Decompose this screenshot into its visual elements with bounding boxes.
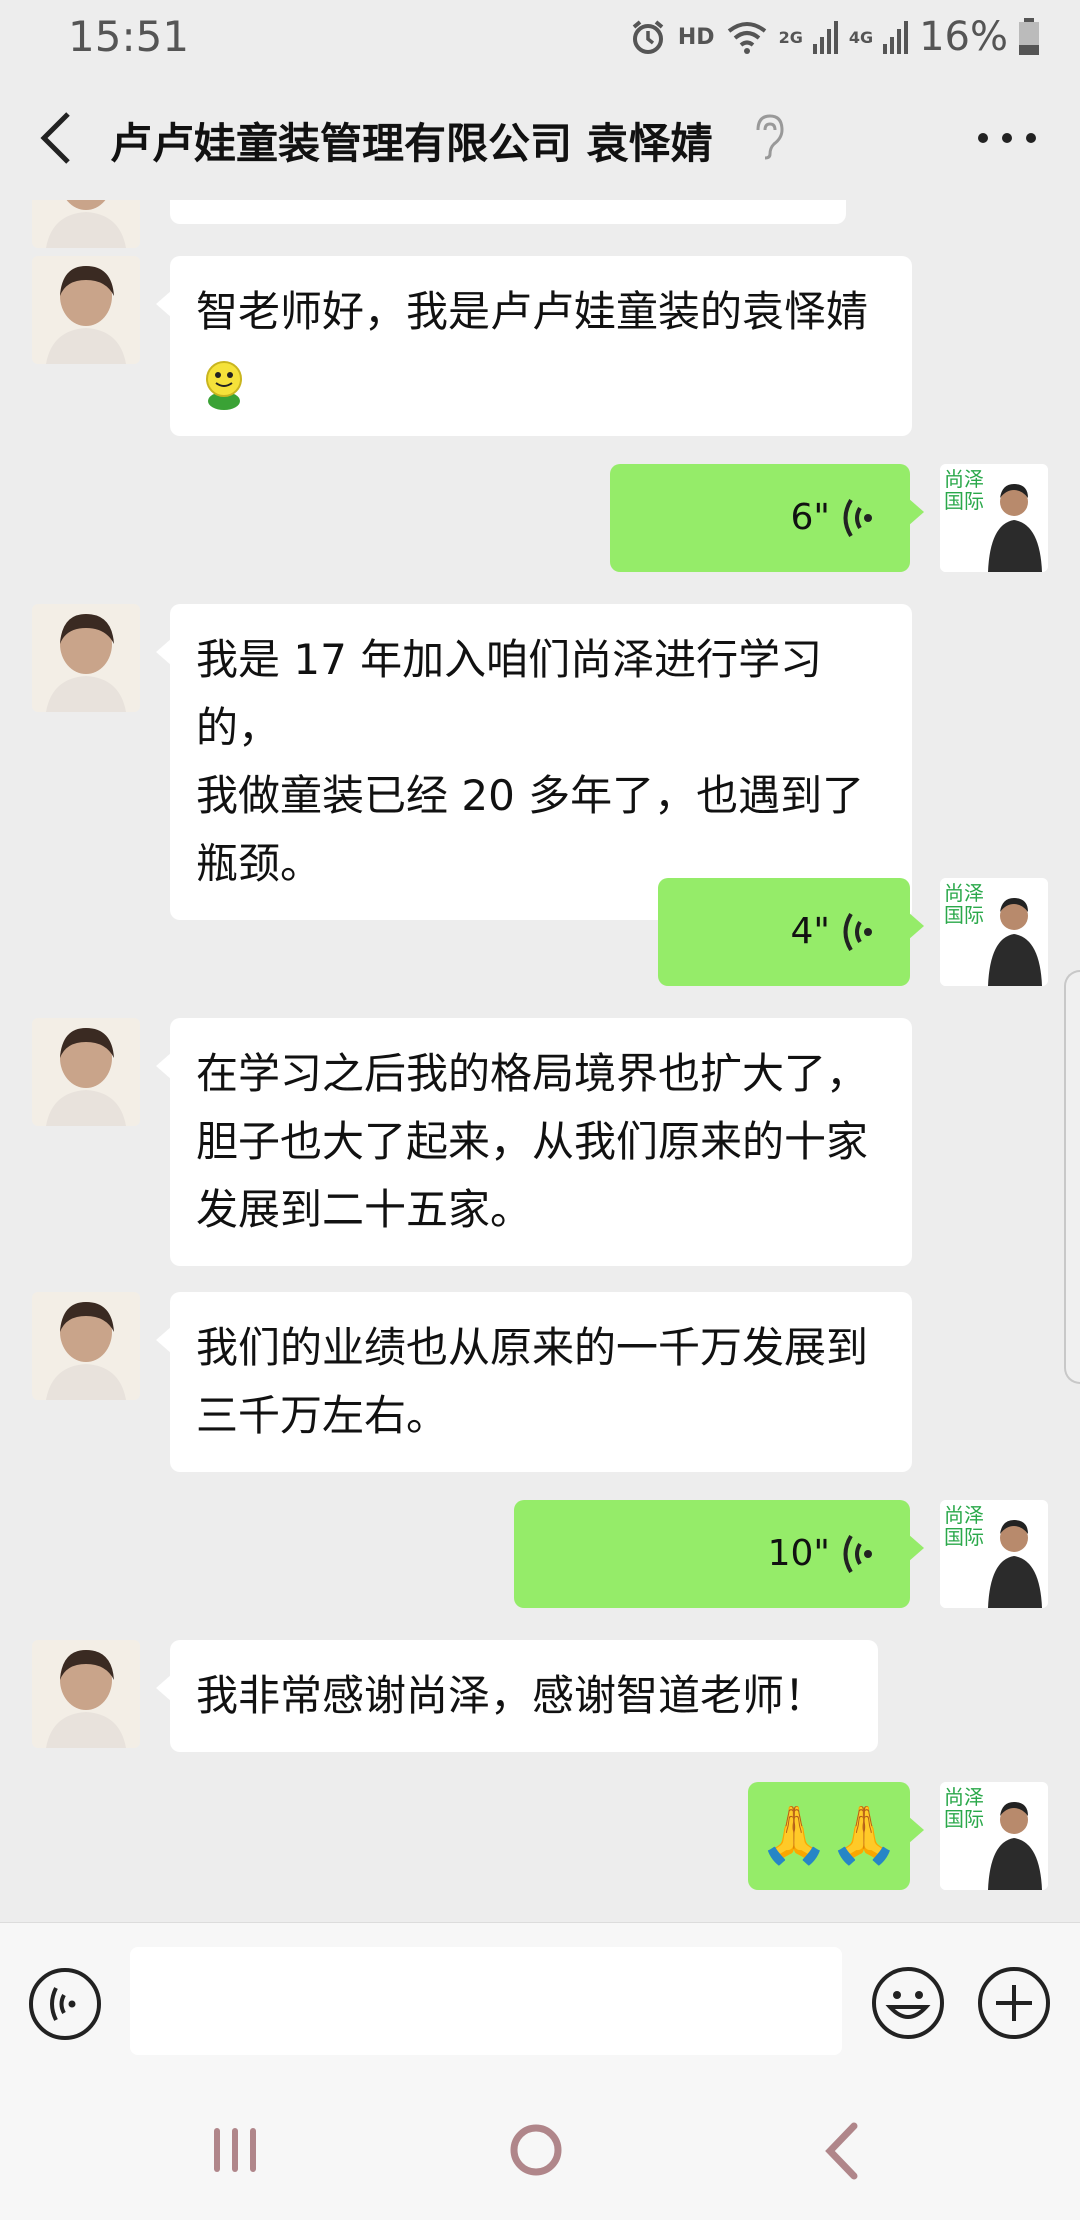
message-input[interactable]	[130, 1947, 842, 2055]
network-4g-label: 4G	[848, 27, 874, 47]
message-text: 我是 17 年加入咱们尚泽进行学习的，	[196, 635, 823, 752]
signal-icon	[812, 21, 838, 54]
svg-text:尚泽: 尚泽	[944, 1785, 984, 1809]
message-text: 在学习之后我的格局境界也扩大了，	[196, 1049, 869, 1098]
contact-avatar[interactable]	[32, 256, 140, 364]
contact-avatar[interactable]	[32, 604, 140, 712]
emoji-icon[interactable]	[870, 1965, 946, 2041]
alarm-icon	[632, 20, 664, 54]
voice-duration: 4"	[790, 911, 830, 952]
message-text: 我非常感谢尚泽，感谢智道老师！	[196, 1671, 827, 1720]
outgoing-voice-message[interactable]: 6"	[610, 464, 924, 572]
outgoing-emoji-message[interactable]: 🙏🙏	[748, 1782, 924, 1890]
ear-receiver-icon	[756, 114, 784, 160]
smiley-emoji-icon	[206, 360, 242, 410]
contact-avatar[interactable]	[32, 200, 140, 248]
svg-text:尚泽: 尚泽	[944, 1503, 984, 1527]
outgoing-voice-message[interactable]: 4"	[658, 878, 924, 986]
battery-icon	[1019, 18, 1039, 55]
svg-text:尚泽: 尚泽	[944, 881, 984, 905]
signal-icon	[883, 21, 909, 54]
wifi-icon	[727, 22, 766, 54]
svg-text:国际: 国际	[944, 489, 984, 513]
system-back-icon[interactable]	[822, 2120, 862, 2182]
svg-text:国际: 国际	[944, 1807, 984, 1831]
my-avatar[interactable]: 尚泽 国际	[940, 1500, 1048, 1608]
message-text: 我做童装已经 20 多年了，也遇到了	[196, 771, 865, 820]
system-nav-bar	[0, 2082, 1080, 2220]
voice-input-toggle-icon[interactable]	[28, 1967, 102, 2041]
voice-duration: 6"	[790, 497, 830, 538]
avatar-logo-text: 尚泽	[944, 467, 984, 491]
incoming-message[interactable]: 智老师好，我是卢卢娃童装的袁怿婧	[156, 256, 912, 436]
input-bar	[0, 1922, 1080, 2083]
contact-avatar[interactable]	[32, 1292, 140, 1400]
chat-message-list[interactable]: 智老师好，我是卢卢娃童装的袁怿婧 6" 尚泽 国际 我是 17 年加入咱们尚泽进…	[0, 200, 1080, 1922]
contact-avatar[interactable]	[32, 1640, 140, 1748]
incoming-message[interactable]: 我是 17 年加入咱们尚泽进行学习的， 我做童装已经 20 多年了，也遇到了 瓶…	[156, 604, 912, 920]
contact-avatar[interactable]	[32, 1018, 140, 1126]
my-avatar[interactable]: 尚泽 国际	[940, 464, 1048, 572]
recent-apps-icon[interactable]	[210, 2124, 260, 2176]
my-avatar[interactable]: 尚泽 国际	[940, 1782, 1048, 1890]
home-icon[interactable]	[508, 2122, 564, 2178]
message-text: 胆子也大了起来，从我们原来的十家	[196, 1117, 869, 1166]
outgoing-voice-message[interactable]: 10"	[514, 1500, 924, 1608]
my-avatar[interactable]: 尚泽 国际	[940, 878, 1048, 986]
message-text: 我们的业绩也从原来的一千万发展到	[196, 1323, 869, 1372]
voice-duration: 10"	[767, 1533, 830, 1574]
svg-text:国际: 国际	[944, 1525, 984, 1549]
incoming-message[interactable]: 在学习之后我的格局境界也扩大了， 胆子也大了起来，从我们原来的十家 发展到二十五…	[156, 1018, 912, 1266]
prayer-hands-emoji: 🙏🙏	[759, 1803, 899, 1868]
message-text: 智老师好，我是卢卢娃童装的袁怿婧	[196, 287, 869, 336]
message-bubble-partial[interactable]	[156, 200, 846, 224]
message-text: 发展到二十五家。	[196, 1185, 533, 1234]
hd-indicator: HD	[677, 24, 715, 50]
voice-wave-icon	[843, 1534, 872, 1574]
incoming-message[interactable]: 我们的业绩也从原来的一千万发展到 三千万左右。	[156, 1292, 912, 1472]
voice-wave-icon	[843, 912, 872, 952]
back-arrow-icon[interactable]	[30, 106, 80, 170]
chat-title: 卢卢娃童装管理有限公司 袁怿婧	[110, 119, 713, 168]
plus-icon[interactable]	[976, 1965, 1052, 2041]
scroll-handle[interactable]	[1064, 970, 1080, 1384]
status-bar: 15:51 HD 2G 4G 16%	[0, 0, 1080, 72]
incoming-message[interactable]: 我非常感谢尚泽，感谢智道老师！	[156, 1640, 878, 1752]
battery-percent: 16%	[919, 14, 1008, 60]
voice-wave-icon	[843, 498, 872, 538]
more-options-icon[interactable]	[974, 118, 1040, 158]
network-2g-label: 2G	[778, 27, 803, 47]
svg-text:国际: 国际	[944, 903, 984, 927]
chat-header: 卢卢娃童装管理有限公司 袁怿婧	[0, 72, 1080, 204]
status-icons: HD 2G 4G 16%	[628, 14, 1040, 60]
status-time: 15:51	[68, 12, 190, 61]
message-text: 三千万左右。	[196, 1391, 449, 1440]
